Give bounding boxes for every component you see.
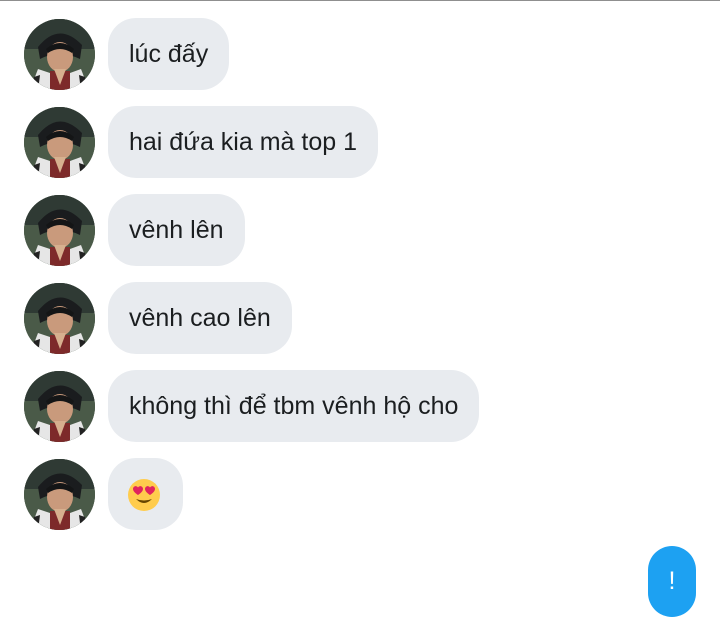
sent-message-text: ! <box>668 567 676 595</box>
avatar[interactable] <box>24 283 95 354</box>
avatar-image <box>24 19 95 90</box>
message-bubble[interactable]: lúc đấy <box>108 18 230 90</box>
message-text: không thì để tbm vênh hộ cho <box>129 392 459 420</box>
message-text: hai đứa kia mà top 1 <box>129 128 357 156</box>
top-divider <box>0 0 720 1</box>
avatar-image <box>24 107 95 178</box>
message-bubble[interactable]: không thì để tbm vênh hộ cho <box>108 370 480 442</box>
avatar[interactable] <box>24 19 95 90</box>
avatar[interactable] <box>24 371 95 442</box>
message-row: không thì để tbm vênh hộ cho <box>0 370 720 442</box>
message-bubble[interactable]: hai đứa kia mà top 1 <box>108 106 378 178</box>
message-bubble[interactable]: vênh cao lên <box>108 282 292 354</box>
heart-eyes-face-icon <box>128 479 160 511</box>
avatar[interactable] <box>24 195 95 266</box>
avatar-image <box>24 459 95 530</box>
avatar-image <box>24 195 95 266</box>
message-bubble[interactable]: vênh lên <box>108 194 245 266</box>
message-row: vênh cao lên <box>0 282 720 354</box>
message-text: lúc đấy <box>129 40 209 68</box>
message-row: lúc đấy <box>0 18 720 90</box>
avatar-image <box>24 371 95 442</box>
avatar[interactable] <box>24 459 95 530</box>
message-row: hai đứa kia mà top 1 <box>0 106 720 178</box>
message-row <box>0 458 720 530</box>
sent-message-bubble[interactable]: ! <box>648 546 696 617</box>
avatar-image <box>24 283 95 354</box>
avatar[interactable] <box>24 107 95 178</box>
message-text: vênh cao lên <box>129 304 271 332</box>
message-row: vênh lên <box>0 194 720 266</box>
message-bubble-emoji[interactable] <box>108 458 183 530</box>
message-text: vênh lên <box>129 216 224 244</box>
